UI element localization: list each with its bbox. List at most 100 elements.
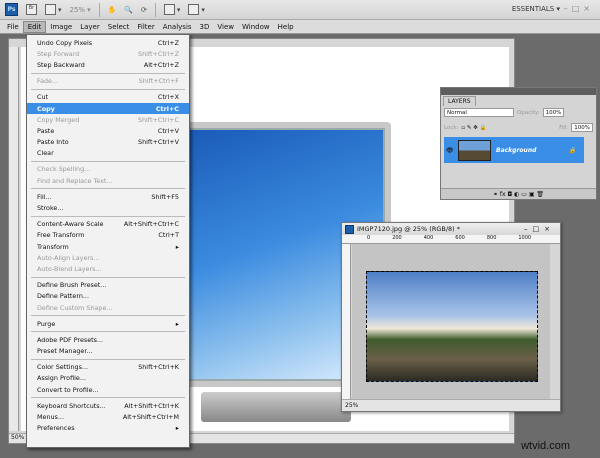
menu-item-label: Auto-Align Layers... (37, 253, 100, 262)
hand-tool-icon[interactable]: ✋ (108, 6, 117, 14)
menu-item-stroke[interactable]: Stroke... (27, 202, 189, 213)
menu-item-transform[interactable]: Transform ▸ (27, 241, 189, 252)
menu-item-label: Purge (37, 319, 56, 328)
menu-window[interactable]: Window (238, 22, 274, 32)
menu-item-assign-profile[interactable]: Assign Profile... (27, 373, 189, 384)
bridge-button[interactable]: Br (26, 4, 37, 15)
menu-item-color-settings[interactable]: Color Settings... Shift+Ctrl+K (27, 362, 189, 373)
menu-item-label: Paste Into (37, 138, 69, 147)
document-zoom[interactable]: 50% (11, 434, 24, 441)
menu-file[interactable]: File (3, 22, 23, 32)
menu-separator (31, 160, 185, 162)
panel-header[interactable] (441, 88, 596, 95)
workspace-switcher[interactable]: ESSENTIALS ▾ (512, 5, 560, 13)
arrange-documents-button[interactable]: ▾ (163, 4, 180, 15)
menu-item-copy[interactable]: Copy Ctrl+C (27, 102, 189, 115)
menu-item-label: Clear (37, 149, 54, 158)
image-zoom[interactable]: 25% (345, 402, 358, 409)
menu-separator (31, 331, 185, 333)
layers-footer-icons[interactable]: ⚭ fx ◘ ◐ ▭ ▣ 🗑 (441, 188, 596, 199)
menu-item-free-transform[interactable]: Free Transform Ctrl+T (27, 230, 189, 241)
screen-mode-icon (188, 4, 200, 15)
menu-select[interactable]: Select (104, 22, 134, 32)
menu-item-undo-copy-pixels[interactable]: Undo Copy Pixels Ctrl+Z (27, 37, 189, 48)
menu-item-label: Define Pattern... (37, 292, 89, 301)
menu-item-shortcut: Shift+F5 (151, 192, 179, 201)
menu-item-paste[interactable]: Paste Ctrl+V (27, 125, 189, 136)
menu-item-preferences[interactable]: Preferences ▸ (27, 423, 189, 434)
menu-item-label: Preset Manager... (37, 347, 93, 356)
fill-label: Fill: (559, 124, 569, 131)
visibility-eye-icon[interactable]: 👁 (446, 147, 454, 154)
zoom-tool-icon[interactable]: 🔍 (124, 6, 133, 14)
menu-item-shortcut: Ctrl+T (158, 231, 179, 240)
menu-item-purge[interactable]: Purge ▸ (27, 318, 189, 329)
monitor-stand (201, 392, 351, 422)
menu-item-content-aware-scale[interactable]: Content-Aware Scale Alt+Shift+Ctrl+C (27, 219, 189, 230)
view-extras-button[interactable]: ▾ (45, 4, 62, 15)
menu-3d[interactable]: 3D (196, 22, 214, 32)
layer-thumbnail (458, 139, 491, 161)
menu-edit[interactable]: Edit (22, 20, 47, 33)
image-status-bar: 25% (342, 399, 560, 411)
screen-mode-button[interactable]: ▾ (188, 4, 205, 15)
application-bar: Ps Br ▾ 25% ▾ ✋ 🔍 ⟳ ▾ ▾ ESSENTIALS ▾ –□× (0, 0, 600, 20)
ruler-tick-label: 1000 (518, 235, 532, 241)
image-window-controls[interactable]: –□× (524, 225, 555, 233)
menu-item-fade: Fade... Shift+Ctrl+F (27, 76, 189, 87)
menu-item-label: Content-Aware Scale (37, 220, 104, 229)
lock-icons[interactable]: ▫ ✎ ✥ 🔒 (461, 125, 486, 131)
submenu-arrow-icon: ▸ (175, 242, 179, 251)
photoshop-logo: Ps (5, 3, 18, 16)
horizontal-ruler: 0 200 400 600 800 1000 (342, 235, 560, 244)
menu-item-cut[interactable]: Cut Ctrl+X (27, 92, 189, 103)
menu-separator (31, 358, 185, 360)
photoshop-doc-icon (345, 224, 354, 234)
menu-item-menus[interactable]: Menus... Alt+Shift+Ctrl+M (27, 411, 189, 422)
menu-item-paste-into[interactable]: Paste Into Shift+Ctrl+V (27, 137, 189, 148)
menu-item-adobe-pdf-presets[interactable]: Adobe PDF Presets... (27, 334, 189, 345)
zoom-level: 25% (69, 5, 86, 14)
divider (98, 2, 100, 17)
layers-panel: LAYERS Normal Opacity: 100% Lock: ▫ ✎ ✥ … (440, 87, 597, 200)
menu-item-label: Fade... (37, 77, 59, 86)
menu-item-keyboard-shortcuts[interactable]: Keyboard Shortcuts... Alt+Shift+Ctrl+K (27, 400, 189, 411)
menu-item-label: Cut (37, 93, 49, 102)
menu-item-define-pattern[interactable]: Define Pattern... (27, 291, 189, 302)
menu-item-auto-align-layers: Auto-Align Layers... (27, 252, 189, 263)
menu-item-define-brush-preset[interactable]: Define Brush Preset... (27, 280, 189, 291)
submenu-arrow-icon: ▸ (175, 319, 179, 328)
menu-separator (31, 315, 185, 317)
tab-layers[interactable]: LAYERS (443, 96, 476, 106)
blend-mode-select[interactable]: Normal (444, 108, 514, 117)
menu-analysis[interactable]: Analysis (159, 22, 196, 32)
menu-item-fill[interactable]: Fill... Shift+F5 (27, 191, 189, 202)
menu-item-clear[interactable]: Clear (27, 148, 189, 159)
layer-row-background[interactable]: 👁 Background 🔒 (444, 137, 584, 163)
fill-input[interactable]: 100% (571, 123, 593, 132)
menu-item-shortcut: Shift+Ctrl+F (138, 77, 179, 86)
menu-item-preset-manager[interactable]: Preset Manager... (27, 346, 189, 357)
menu-item-convert-to-profile[interactable]: Convert to Profile... (27, 384, 189, 395)
ruler-tick-label: 200 (392, 235, 402, 241)
menu-help[interactable]: Help (274, 22, 298, 32)
image-window-titlebar[interactable]: IMGP7120.jpg @ 25% (RGB/8) * –□× (342, 223, 560, 235)
ruler-tick-label: 800 (486, 235, 497, 241)
menu-image[interactable]: Image (46, 22, 76, 32)
menu-separator (31, 88, 185, 90)
opacity-label: Opacity: (517, 109, 540, 116)
opacity-input[interactable]: 100% (542, 108, 565, 117)
menu-item-shortcut: Ctrl+C (155, 104, 179, 113)
menu-filter[interactable]: Filter (133, 22, 158, 32)
image-canvas[interactable] (352, 244, 550, 399)
zoom-level-dropdown[interactable]: 25% ▾ (70, 6, 91, 14)
menu-layer[interactable]: Layer (76, 22, 104, 32)
menu-item-step-backward[interactable]: Step Backward Alt+Ctrl+Z (27, 59, 189, 70)
menu-item-label: Undo Copy Pixels (37, 38, 93, 47)
arrange-icon (163, 4, 175, 15)
view-extras-icon (45, 4, 56, 15)
rotate-view-icon[interactable]: ⟳ (141, 6, 147, 14)
window-controls[interactable]: –□× (564, 4, 594, 13)
menu-item-label: Stroke... (37, 204, 64, 213)
menu-view[interactable]: View (213, 22, 238, 32)
